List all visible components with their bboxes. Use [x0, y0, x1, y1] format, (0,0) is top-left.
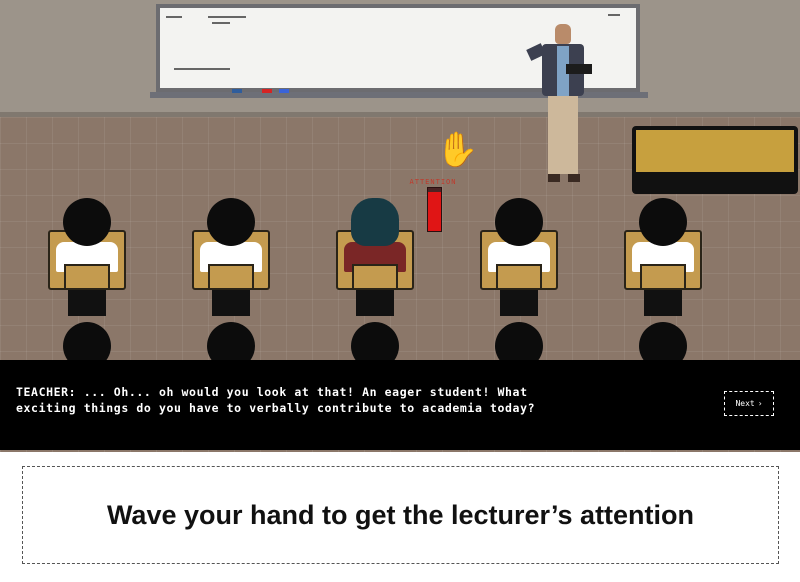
board-scribble: [608, 14, 620, 16]
chair-back: [496, 264, 542, 290]
player-student-character[interactable]: [334, 198, 416, 320]
lecturer-desk: [632, 126, 798, 194]
student-legs: [644, 290, 682, 316]
game-viewport[interactable]: ✋ ATTENTION TEACHER: ... Oh... oh would …: [0, 0, 800, 452]
student-head: [495, 198, 543, 246]
attention-label: ATTENTION: [409, 178, 457, 186]
board-scribble: [174, 68, 230, 70]
student-head: [207, 198, 255, 246]
player-head: [351, 198, 399, 246]
dialog-text: TEACHER: ... Oh... oh would you look at …: [16, 385, 536, 415]
instruction-panel: Wave your hand to get the lecturer’s att…: [22, 466, 779, 564]
chair-back: [640, 264, 686, 290]
student-character: [622, 198, 704, 320]
student-legs: [500, 290, 538, 316]
dialog-box: TEACHER: ... Oh... oh would you look at …: [0, 360, 800, 450]
board-scribble: [212, 22, 230, 24]
instruction-text: Wave your hand to get the lecturer’s att…: [106, 499, 695, 530]
board-scribble: [208, 16, 246, 18]
attention-meter: [427, 187, 442, 232]
student-character: [478, 198, 560, 320]
chair-back: [352, 264, 398, 290]
chevron-right-icon: ›: [757, 399, 763, 408]
next-button-label: Next: [735, 399, 755, 408]
lecturer-legs: [548, 96, 578, 174]
marker-blue-dark: [232, 89, 242, 93]
raised-hand-icon: ✋: [436, 130, 479, 170]
next-button[interactable]: Next ›: [724, 391, 774, 416]
student-character: [46, 198, 128, 320]
student-legs: [356, 290, 394, 316]
attention-meter-fill: [428, 192, 441, 231]
lecturer-book: [566, 64, 592, 74]
student-legs: [212, 290, 250, 316]
desk-surface: [636, 130, 794, 172]
chair-back: [208, 264, 254, 290]
marker-red: [262, 89, 272, 93]
lecturer-character: [522, 24, 602, 188]
chair-back: [64, 264, 110, 290]
board-scribble: [166, 16, 182, 18]
student-head: [639, 198, 687, 246]
student-legs: [68, 290, 106, 316]
student-head: [63, 198, 111, 246]
student-character: [190, 198, 272, 320]
lecturer-shoe: [568, 174, 580, 182]
lecturer-shoe: [548, 174, 560, 182]
lecturer-head: [555, 24, 571, 44]
marker-blue: [279, 89, 289, 93]
